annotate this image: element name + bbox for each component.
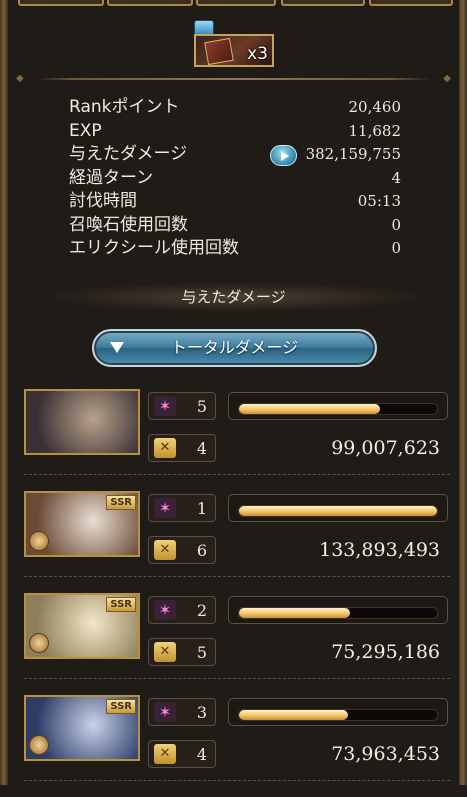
battle-stats: Rankポイント 20,460 EXP 11,682 与えたダメージ 382,1… xyxy=(69,96,401,261)
drop-quantity: x3 xyxy=(247,44,268,64)
stat-value: 382,159,755 xyxy=(305,145,401,163)
stat-box-1: ✶ 2 xyxy=(148,596,216,624)
damage-value: 99,007,623 xyxy=(331,437,440,459)
divider-ornament-icon: ◆ xyxy=(16,73,24,84)
party-thumb[interactable] xyxy=(18,0,104,6)
stat-rank-points: Rankポイント 20,460 xyxy=(69,96,401,120)
sparkle-icon: ✶ xyxy=(154,702,176,722)
stat-box-2: ✕ 4 xyxy=(148,434,216,462)
sparkle-icon: ✶ xyxy=(154,396,176,416)
character-portrait[interactable]: SSR xyxy=(24,695,140,761)
stat-box-1: ✶ 1 xyxy=(148,494,216,522)
stat-value: 20,460 xyxy=(348,98,402,116)
damage-value: 133,893,493 xyxy=(319,539,440,561)
charge-attack-icon: ✕ xyxy=(154,744,176,764)
stat-elixir-uses: エリクシール使用回数 0 xyxy=(69,237,401,261)
row-divider xyxy=(24,576,450,577)
damage-bar-fill xyxy=(239,506,437,516)
stat-exp: EXP 11,682 xyxy=(69,120,401,144)
character-row: SSR ✶ 2 ✕ 5 75,295,186 xyxy=(24,593,450,695)
stat-time: 討伐時間 05:13 xyxy=(69,190,401,214)
stat-value: 5 xyxy=(196,643,207,662)
damage-bar-fill xyxy=(239,404,380,414)
damage-value: 75,295,186 xyxy=(331,641,440,663)
row-divider xyxy=(24,474,450,475)
sparkle-icon: ✶ xyxy=(154,498,176,518)
stat-value: 4 xyxy=(196,439,207,458)
damage-bar xyxy=(228,392,448,420)
stat-summon-uses: 召喚石使用回数 0 xyxy=(69,214,401,238)
character-portrait[interactable] xyxy=(24,389,140,455)
charge-attack-icon: ✕ xyxy=(154,540,176,560)
damage-bar xyxy=(228,698,448,726)
damage-bar-fill xyxy=(239,608,350,618)
stat-label: EXP xyxy=(69,120,102,141)
stat-label: 討伐時間 xyxy=(69,191,137,211)
party-thumb[interactable] xyxy=(281,0,365,6)
ornate-divider: ◆ ◆ xyxy=(16,74,451,84)
right-frame xyxy=(459,0,467,785)
damage-section-title: 与えたダメージ xyxy=(50,283,417,311)
stat-value: 6 xyxy=(196,541,207,560)
party-thumb[interactable] xyxy=(107,0,193,6)
stat-box-1: ✶ 3 xyxy=(148,698,216,726)
damage-bar xyxy=(228,494,448,522)
sparkle-icon: ✶ xyxy=(154,600,176,620)
character-portrait[interactable]: SSR xyxy=(24,491,140,557)
stat-value: 0 xyxy=(391,239,401,257)
charge-attack-icon: ✕ xyxy=(154,438,176,458)
stat-box-2: ✕ 6 xyxy=(148,536,216,564)
party-thumb[interactable] xyxy=(369,0,453,6)
stat-value: 1 xyxy=(196,499,207,518)
damage-sort-dropdown[interactable]: トータルダメージ xyxy=(92,329,377,367)
stat-value: 4 xyxy=(391,168,401,187)
book-icon xyxy=(204,37,234,66)
charge-attack-icon: ✕ xyxy=(154,642,176,662)
stat-box-1: ✶ 5 xyxy=(148,392,216,420)
stat-value: 11,682 xyxy=(348,121,402,140)
drop-item[interactable]: x3 xyxy=(194,34,274,67)
stat-value: 3 xyxy=(196,703,207,722)
character-row: SSR ✶ 3 ✕ 4 73,963,453 xyxy=(24,695,450,797)
row-divider xyxy=(24,678,450,679)
party-thumbnails-strip xyxy=(18,0,453,6)
rarity-badge: SSR xyxy=(106,495,136,510)
stat-value: 0 xyxy=(391,215,401,234)
element-icon xyxy=(29,633,49,653)
element-icon xyxy=(29,531,49,551)
row-divider xyxy=(24,780,450,781)
stat-value: 5 xyxy=(196,397,207,416)
stat-box-2: ✕ 5 xyxy=(148,638,216,666)
stat-label: 与えたダメージ xyxy=(69,144,188,164)
stat-label: Rankポイント xyxy=(69,97,180,117)
stat-turns: 経過ターン 4 xyxy=(69,167,401,191)
stat-value: 05:13 xyxy=(357,192,401,210)
dropdown-label: トータルダメージ xyxy=(170,338,299,357)
stat-value: 2 xyxy=(196,601,207,620)
stat-box-2: ✕ 4 xyxy=(148,740,216,768)
damage-bar-fill xyxy=(239,710,348,720)
play-icon[interactable] xyxy=(270,145,297,166)
rarity-badge: SSR xyxy=(106,597,136,612)
character-portrait[interactable]: SSR xyxy=(24,593,140,659)
stat-value: 4 xyxy=(196,745,207,764)
character-row: SSR ✶ 1 ✕ 6 133,893,493 xyxy=(24,491,450,593)
stat-label: 召喚石使用回数 xyxy=(69,214,188,235)
left-frame xyxy=(0,0,8,785)
stat-label: エリクシール使用回数 xyxy=(69,238,239,258)
damage-value: 73,963,453 xyxy=(331,743,440,765)
damage-bar xyxy=(228,596,448,624)
portrait-art xyxy=(26,391,138,453)
stat-damage-dealt: 与えたダメージ 382,159,755 xyxy=(69,143,401,167)
party-thumb[interactable] xyxy=(196,0,276,6)
divider-ornament-icon: ◆ xyxy=(443,73,451,84)
stat-label: 経過ターン xyxy=(69,167,154,188)
character-damage-list: ✶ 5 ✕ 4 99,007,623 SSR ✶ 1 ✕ 6 133,893,4… xyxy=(24,389,450,797)
element-icon xyxy=(29,735,49,755)
rarity-badge: SSR xyxy=(106,699,136,714)
character-row: ✶ 5 ✕ 4 99,007,623 xyxy=(24,389,450,491)
